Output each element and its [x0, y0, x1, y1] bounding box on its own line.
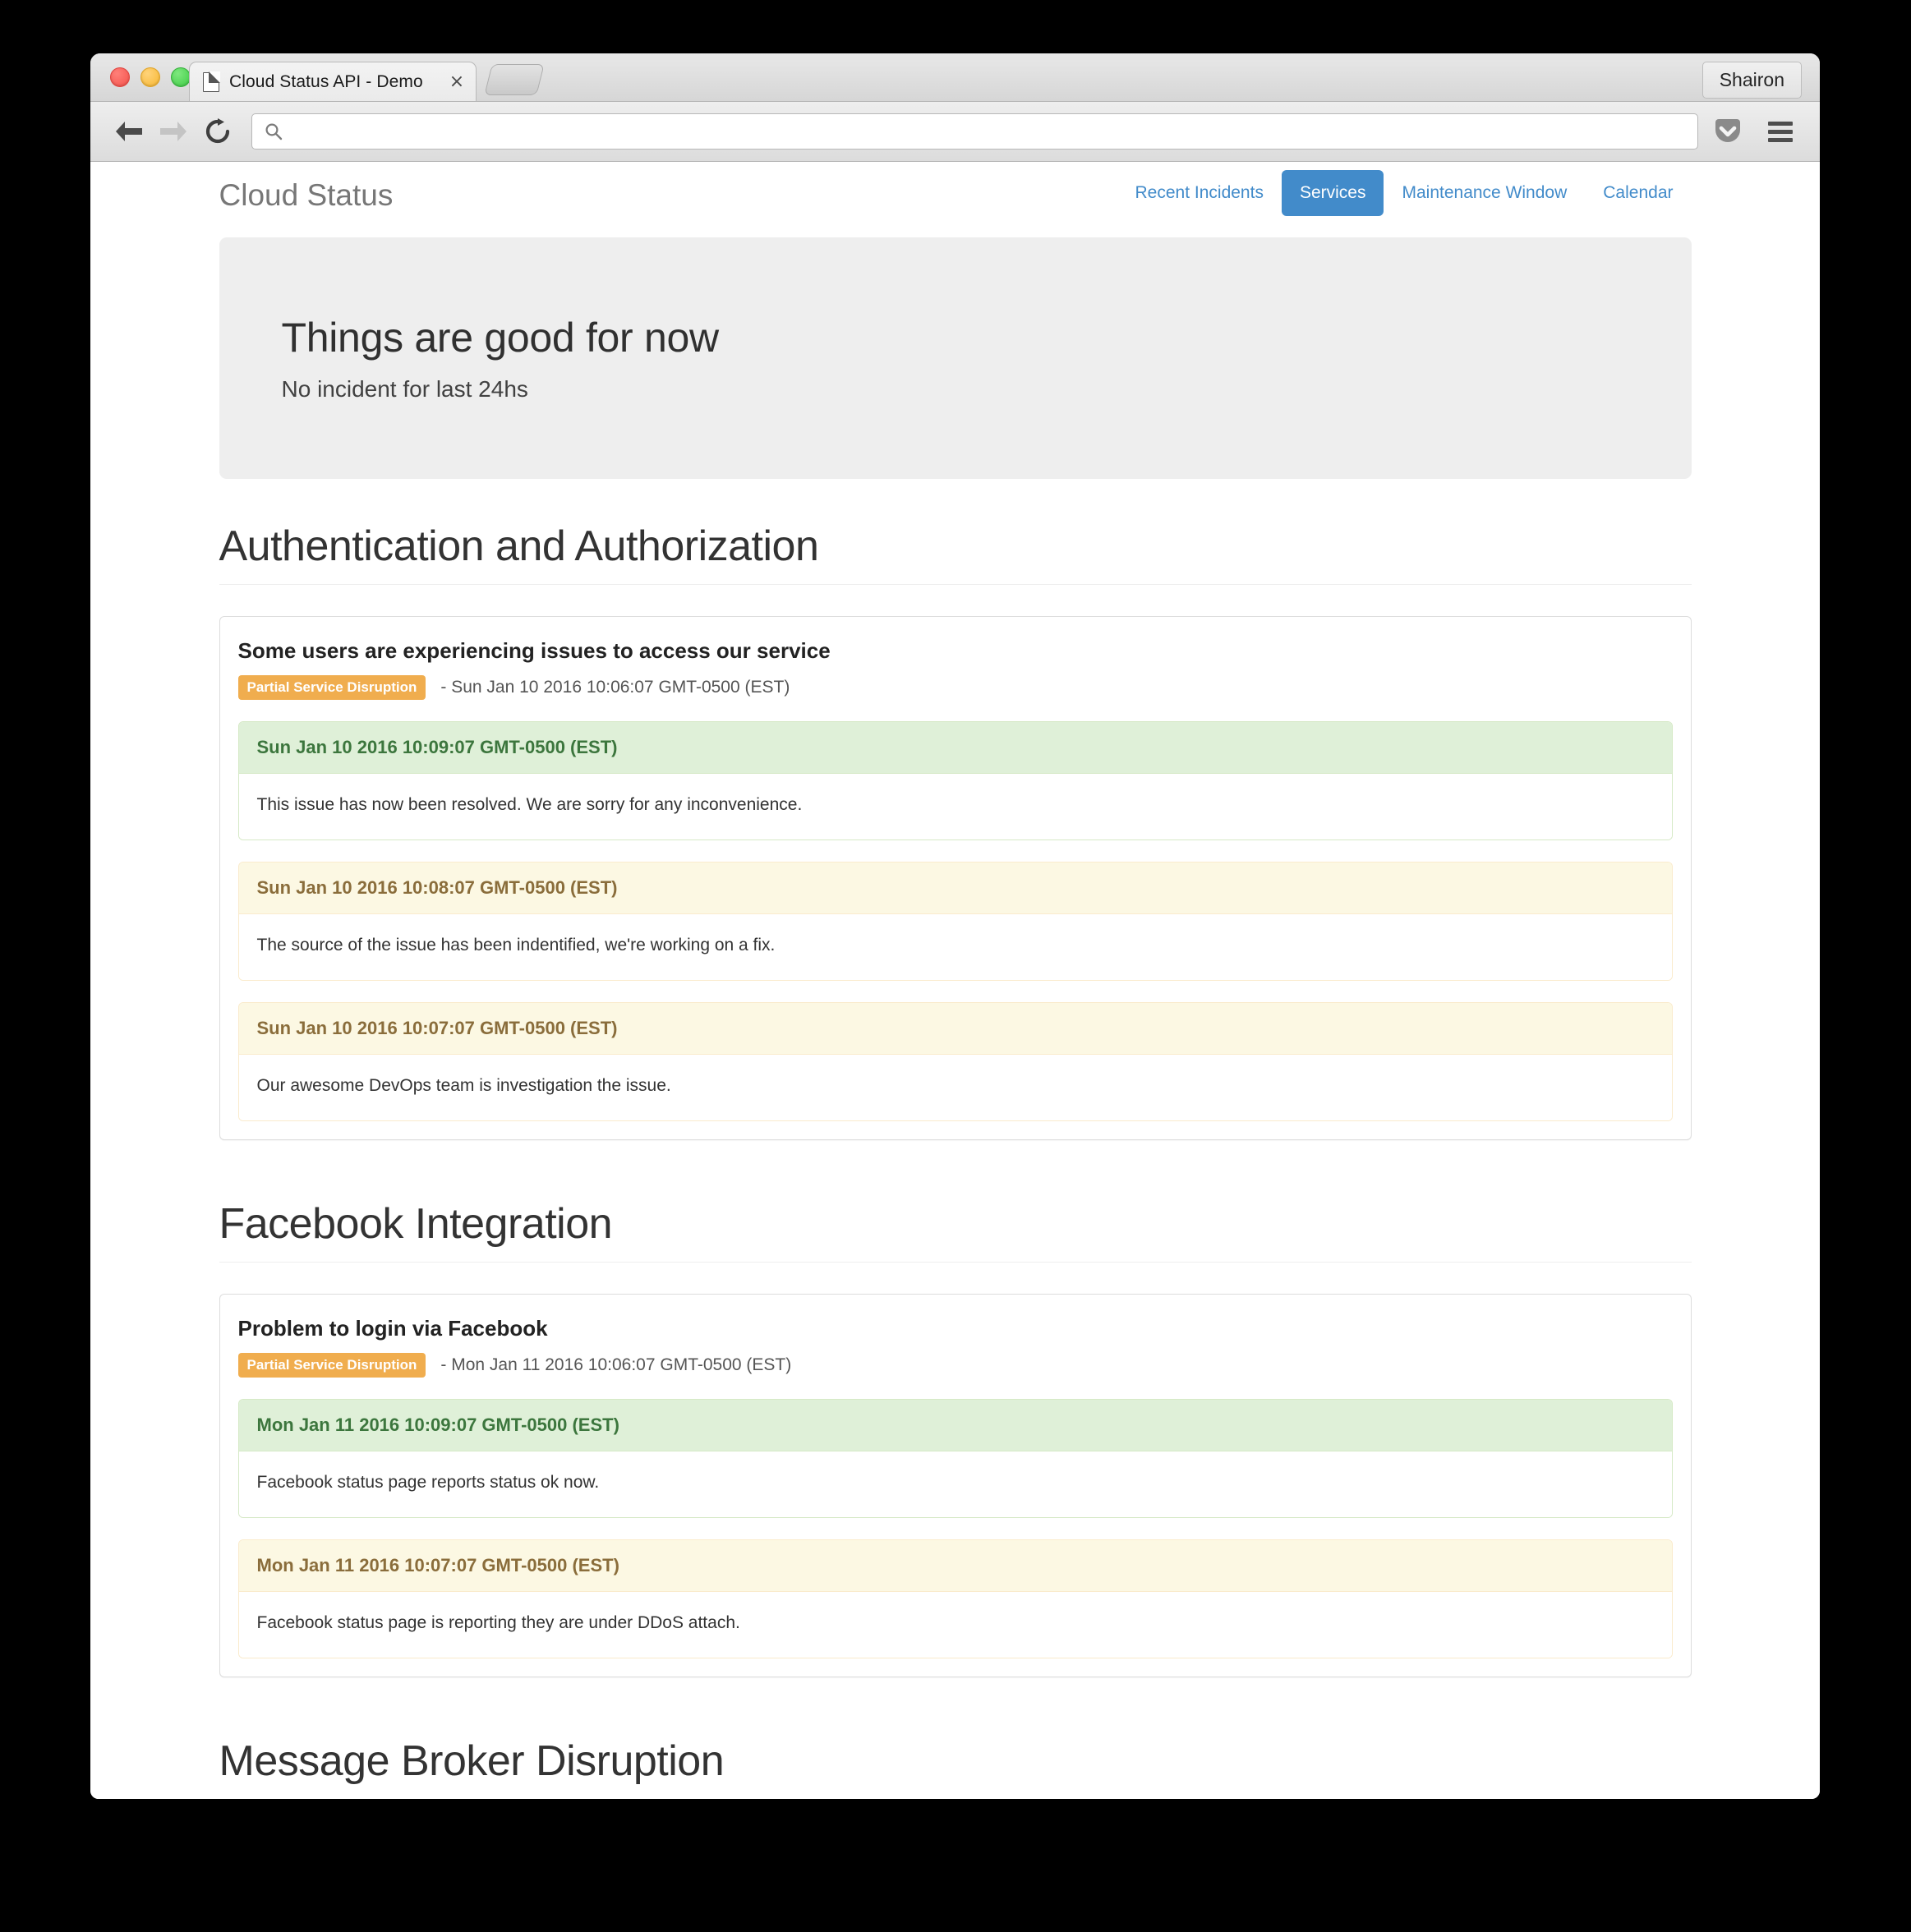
incident-update-body: The source of the issue has been indenti… [238, 914, 1672, 980]
user-profile-button[interactable]: Shairon [1701, 62, 1802, 99]
reload-button[interactable] [196, 109, 240, 154]
incident-update-timestamp: Sun Jan 10 2016 10:09:07 GMT-0500 (EST) [238, 722, 1672, 774]
new-tab-button[interactable] [484, 64, 545, 95]
incident-panel: Problem to login via Facebook Partial Se… [219, 1294, 1692, 1677]
nav-item-services[interactable]: Services [1281, 170, 1384, 216]
incident-update: Mon Jan 11 2016 10:09:07 GMT-0500 (EST) … [237, 1399, 1673, 1518]
incident-update-body: Facebook status page reports status ok n… [238, 1451, 1672, 1517]
incident-update: Sun Jan 10 2016 10:08:07 GMT-0500 (EST) … [237, 862, 1673, 981]
service-section-title: Authentication and Authorization [219, 522, 1692, 585]
browser-menu-button[interactable] [1757, 111, 1803, 152]
nav-item-calendar[interactable]: Calendar [1585, 170, 1691, 216]
browser-window: Cloud Status API - Demo × Shairon Cloud … [90, 53, 1820, 1799]
incident-update: Sun Jan 10 2016 10:09:07 GMT-0500 (EST) … [237, 721, 1673, 840]
url-bar[interactable] [251, 113, 1698, 150]
incident-update-timestamp: Mon Jan 11 2016 10:09:07 GMT-0500 (EST) [238, 1400, 1672, 1451]
incident-update-timestamp: Mon Jan 11 2016 10:07:07 GMT-0500 (EST) [238, 1540, 1672, 1592]
incident-update-body: Our awesome DevOps team is investigation… [238, 1055, 1672, 1120]
tab-title: Cloud Status API - Demo [229, 71, 423, 91]
incident-date: - Sun Jan 10 2016 10:06:07 GMT-0500 (EST… [440, 678, 790, 697]
tab-strip: Cloud Status API - Demo × [189, 60, 545, 101]
incident-date: - Mon Jan 11 2016 10:06:07 GMT-0500 (EST… [440, 1355, 792, 1374]
nav-item-recent-incidents[interactable]: Recent Incidents [1117, 170, 1282, 216]
page-container: Cloud Status Recent Incidents Services M… [219, 162, 1692, 1799]
close-window-button[interactable] [110, 67, 130, 87]
close-tab-icon[interactable]: × [449, 72, 464, 91]
back-button[interactable] [107, 109, 151, 154]
nav-item-maintenance-window[interactable]: Maintenance Window [1384, 170, 1585, 216]
incident-meta: Partial Service Disruption - Mon Jan 11 … [237, 1353, 1673, 1378]
incident-update: Sun Jan 10 2016 10:07:07 GMT-0500 (EST) … [237, 1002, 1673, 1121]
browser-titlebar: Cloud Status API - Demo × Shairon [90, 53, 1820, 102]
page-viewport: Cloud Status Recent Incidents Services M… [90, 162, 1820, 1799]
main-navigation: Recent Incidents Services Maintenance Wi… [1117, 170, 1692, 216]
browser-toolbar [90, 102, 1820, 162]
forward-button[interactable] [151, 109, 196, 154]
window-controls [110, 67, 191, 87]
service-section: Facebook Integration Problem to login vi… [219, 1199, 1692, 1677]
search-icon [265, 123, 283, 140]
incident-update-body: This issue has now been resolved. We are… [238, 774, 1672, 840]
status-badge: Partial Service Disruption [237, 1353, 426, 1378]
service-section: Authentication and Authorization Some us… [219, 522, 1692, 1140]
service-section: Message Broker Disruption [219, 1736, 1692, 1799]
browser-tab[interactable]: Cloud Status API - Demo × [189, 62, 477, 101]
url-input[interactable] [292, 121, 1686, 142]
incident-title: Problem to login via Facebook [237, 1316, 548, 1341]
hamburger-menu-icon [1768, 117, 1793, 146]
status-headline: Things are good for now [281, 315, 720, 361]
page-title: Cloud Status [219, 178, 394, 212]
incident-meta: Partial Service Disruption - Sun Jan 10 … [237, 675, 1673, 700]
status-jumbotron: Things are good for now No incident for … [219, 237, 1692, 479]
incident-title: Some users are experiencing issues to ac… [237, 638, 831, 663]
page-document-icon [203, 71, 220, 92]
maximize-window-button[interactable] [171, 67, 191, 87]
pocket-button[interactable] [1705, 111, 1751, 152]
incident-update-timestamp: Sun Jan 10 2016 10:08:07 GMT-0500 (EST) [238, 862, 1672, 914]
minimize-window-button[interactable] [140, 67, 160, 87]
incident-panel: Some users are experiencing issues to ac… [219, 616, 1692, 1140]
site-header: Cloud Status Recent Incidents Services M… [219, 162, 1692, 237]
status-badge: Partial Service Disruption [237, 675, 426, 700]
incident-update: Mon Jan 11 2016 10:07:07 GMT-0500 (EST) … [237, 1539, 1673, 1658]
incident-update-timestamp: Sun Jan 10 2016 10:07:07 GMT-0500 (EST) [238, 1003, 1672, 1055]
service-section-title: Message Broker Disruption [219, 1736, 1692, 1799]
incident-update-body: Facebook status page is reporting they a… [238, 1592, 1672, 1658]
service-section-title: Facebook Integration [219, 1199, 1692, 1263]
status-subtext: No incident for last 24hs [281, 376, 528, 402]
